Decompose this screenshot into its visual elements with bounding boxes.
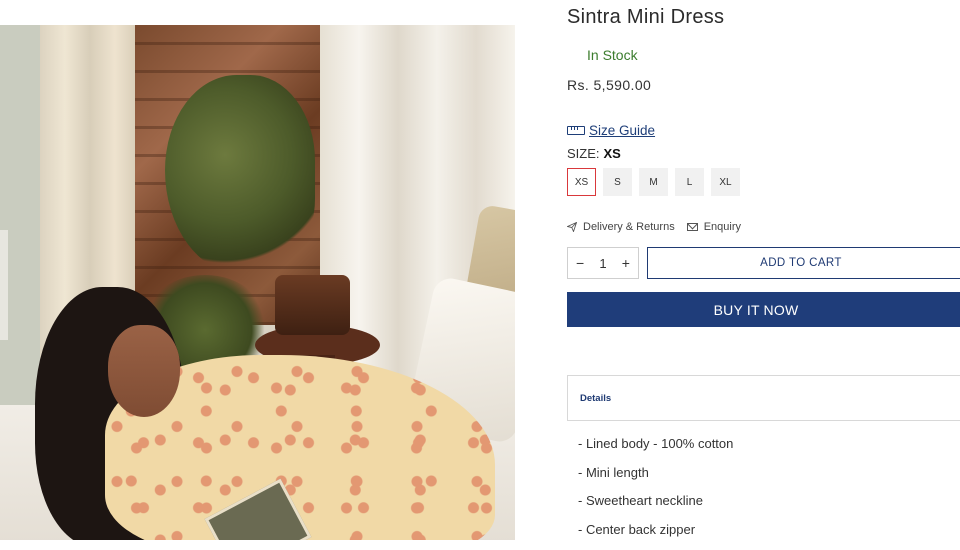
quantity-increase-button[interactable]: + (622, 255, 630, 271)
size-option-m[interactable]: M (639, 168, 668, 196)
size-option-s[interactable]: S (603, 168, 632, 196)
ruler-icon (567, 126, 585, 135)
photo-model-face (108, 325, 180, 417)
details-accordion[interactable]: Details (567, 375, 960, 421)
delivery-returns-link[interactable]: Delivery & Returns (567, 221, 675, 233)
size-option-xl[interactable]: XL (711, 168, 740, 196)
enquiry-label: Enquiry (704, 221, 741, 233)
quantity-stepper: − 1 + (567, 247, 639, 279)
enquiry-link[interactable]: Enquiry (687, 221, 741, 233)
product-photo[interactable] (0, 25, 515, 540)
info-links: Delivery & Returns Enquiry (567, 221, 741, 233)
details-header: Details (580, 393, 611, 404)
stock-status: In Stock (587, 47, 638, 63)
paper-plane-icon (567, 222, 577, 232)
photo-door (0, 230, 8, 340)
size-guide-label: Size Guide (589, 123, 655, 138)
size-options: XS S M L XL (567, 168, 740, 196)
size-option-l[interactable]: L (675, 168, 704, 196)
size-label: SIZE: XS (567, 146, 621, 161)
list-item: - Sweetheart neckline (578, 493, 733, 522)
list-item: - Mini length (578, 465, 733, 494)
list-item: - Lined body - 100% cotton (578, 436, 733, 465)
add-to-cart-button[interactable]: ADD TO CART (647, 247, 960, 279)
add-to-cart-label: ADD TO CART (760, 257, 842, 269)
quantity-value[interactable]: 1 (599, 256, 606, 271)
selected-size: XS (604, 146, 621, 161)
delivery-returns-label: Delivery & Returns (583, 221, 675, 233)
buy-it-now-button[interactable]: BUY IT NOW (567, 292, 960, 327)
product-price: Rs. 5,590.00 (567, 77, 651, 93)
mail-icon (687, 223, 698, 231)
buy-it-now-label: BUY IT NOW (714, 302, 799, 318)
size-label-text: SIZE: (567, 146, 600, 161)
photo-telephone (275, 275, 350, 335)
size-guide-link[interactable]: Size Guide (567, 123, 655, 138)
quantity-decrease-button[interactable]: − (576, 255, 584, 271)
size-option-xs[interactable]: XS (567, 168, 596, 196)
details-list: - Lined body - 100% cotton - Mini length… (578, 436, 733, 550)
list-item: - Center back zipper (578, 522, 733, 550)
product-title: Sintra Mini Dress (567, 6, 724, 29)
